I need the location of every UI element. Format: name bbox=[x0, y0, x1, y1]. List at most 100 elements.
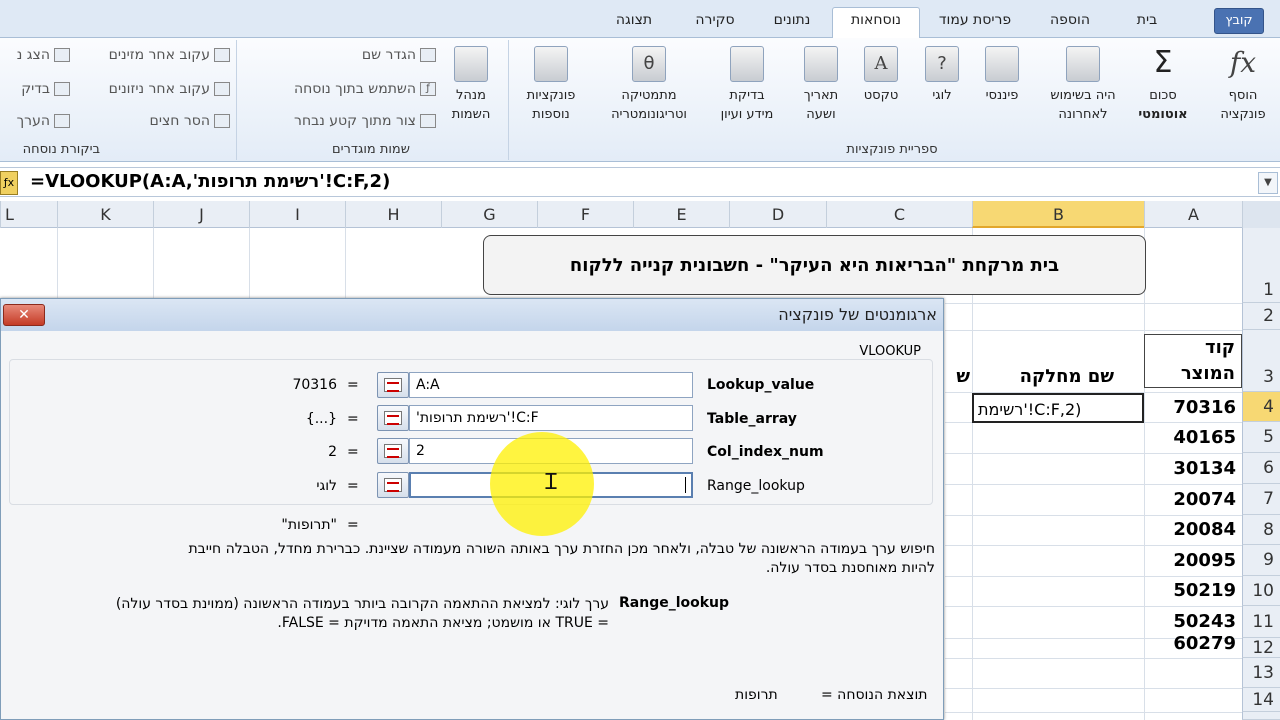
cell-a10[interactable]: 50219 bbox=[1144, 576, 1242, 606]
cell-a4[interactable]: 70316 bbox=[1144, 393, 1242, 423]
cell-a12[interactable]: 60279 bbox=[1144, 630, 1242, 658]
cell-a6[interactable]: 30134 bbox=[1144, 454, 1242, 484]
row-header-1[interactable]: 1 bbox=[1242, 228, 1280, 303]
tab-view[interactable]: תצוגה bbox=[594, 8, 674, 36]
row-header-10[interactable]: 10 bbox=[1242, 576, 1280, 606]
math-trig-button[interactable]: θ מתמטיקה וטריגונומטריה bbox=[596, 46, 702, 124]
close-icon[interactable]: ✕ bbox=[3, 304, 45, 326]
more-functions-label2: נוספות bbox=[532, 107, 570, 122]
gridline bbox=[249, 228, 250, 298]
cell-a8[interactable]: 20084 bbox=[1144, 515, 1242, 545]
name-manager-label2: השמות bbox=[451, 107, 491, 122]
cell-b4-editing[interactable]: רשימת'!C:F,2) bbox=[972, 393, 1144, 423]
header-department-name[interactable]: שם מחלקה bbox=[972, 362, 1144, 392]
range-select-icon bbox=[384, 478, 402, 492]
column-header-L[interactable]: L bbox=[0, 201, 57, 228]
row-header-13[interactable]: 13 bbox=[1242, 658, 1280, 688]
row-header-5[interactable]: 5 bbox=[1242, 422, 1280, 453]
row-header-8[interactable]: 8 bbox=[1242, 515, 1280, 545]
text-button[interactable]: A טקסט bbox=[852, 46, 910, 105]
column-header-D[interactable]: D bbox=[729, 201, 826, 228]
define-name-item[interactable]: הגדר שם bbox=[250, 44, 436, 66]
row-header-7[interactable]: 7 bbox=[1242, 484, 1280, 515]
column-header-K[interactable]: K bbox=[57, 201, 153, 228]
collapse-dialog-col-index-num[interactable] bbox=[377, 438, 409, 464]
header-col-c[interactable]: ש bbox=[945, 362, 972, 392]
trace-dependents-item[interactable]: עקוב אחר ניזונים bbox=[74, 78, 230, 100]
collapse-dialog-lookup-value[interactable] bbox=[377, 372, 409, 398]
column-header-J[interactable]: J bbox=[153, 201, 249, 228]
row-header-4[interactable]: 4 bbox=[1242, 392, 1280, 422]
row-header-2[interactable]: 2 bbox=[1242, 303, 1280, 330]
use-in-formula-icon: ƒ bbox=[420, 82, 436, 96]
table-array-input[interactable]: 'רשימת תרופות'!C:F bbox=[409, 405, 693, 431]
insert-function-icon[interactable]: ƒx bbox=[0, 171, 18, 195]
file-tab[interactable]: קובץ bbox=[1214, 8, 1264, 34]
use-in-formula-item[interactable]: השתמש בתוך נוסחה ƒ bbox=[240, 78, 436, 100]
column-header-E[interactable]: E bbox=[633, 201, 729, 228]
column-header-H[interactable]: H bbox=[345, 201, 441, 228]
tab-review[interactable]: סקירה bbox=[676, 8, 754, 36]
row-header-9[interactable]: 9 bbox=[1242, 545, 1280, 576]
formula-input[interactable]: =VLOOKUP(A:A,'רשימת תרופות'!C:F,2) bbox=[30, 171, 390, 192]
cell-a5[interactable]: 40165 bbox=[1144, 423, 1242, 453]
preview-result: "תרופות" bbox=[281, 517, 337, 533]
gridline bbox=[153, 228, 154, 298]
formula-result-value: תרופות bbox=[735, 687, 778, 703]
text-caret bbox=[685, 477, 686, 493]
tab-page-layout[interactable]: פריסת עמוד bbox=[922, 8, 1028, 36]
recently-used-label: היה בשימוש bbox=[1050, 88, 1116, 103]
book-icon bbox=[1066, 46, 1100, 82]
date-time-button[interactable]: תאריך ושעה bbox=[792, 46, 850, 124]
dialog-title-bar[interactable]: ארגומנטים של פונקציה bbox=[1, 299, 943, 331]
logical-button[interactable]: ? לוגי bbox=[918, 46, 966, 105]
create-from-selection-item[interactable]: צור מתוך קטע נבחר bbox=[240, 110, 436, 132]
range-select-icon bbox=[384, 444, 402, 458]
invoice-title-box[interactable]: בית מרקחת "הבריאות היא העיקר" - חשבונית … bbox=[483, 235, 1146, 295]
insert-function-button[interactable]: fx הוסף פונקציה bbox=[1210, 46, 1276, 124]
column-header-A[interactable]: A bbox=[1144, 201, 1242, 228]
arg-label-table-array: Table_array bbox=[707, 411, 797, 427]
tab-insert[interactable]: הוספה bbox=[1030, 8, 1110, 36]
tab-data[interactable]: נתונים bbox=[756, 8, 828, 36]
column-header-I[interactable]: I bbox=[249, 201, 345, 228]
expand-formula-bar-icon[interactable]: ▼ bbox=[1258, 172, 1278, 194]
evaluate-formula-item[interactable]: הערך bbox=[0, 110, 70, 132]
row-header-14[interactable]: 14 bbox=[1242, 688, 1280, 712]
column-header-F[interactable]: F bbox=[537, 201, 633, 228]
row-header-6[interactable]: 6 bbox=[1242, 453, 1280, 484]
collapse-dialog-table-array[interactable] bbox=[377, 405, 409, 431]
column-header-B[interactable]: B bbox=[972, 201, 1144, 228]
gridline bbox=[945, 688, 1242, 689]
lookup-reference-button[interactable]: בדיקת מידע ועיון bbox=[706, 46, 788, 124]
gridline bbox=[945, 658, 1242, 659]
row-header-12[interactable]: 12 bbox=[1242, 638, 1280, 658]
tab-home[interactable]: בית bbox=[1117, 8, 1177, 36]
tab-formulas[interactable]: נוסחאות bbox=[832, 7, 920, 39]
remove-arrows-item[interactable]: הסר חצים bbox=[74, 110, 230, 132]
name-manager-button[interactable]: מנהל השמות bbox=[440, 46, 502, 124]
row-header-3[interactable]: 3 bbox=[1242, 330, 1280, 392]
row-header-15[interactable] bbox=[1242, 712, 1280, 720]
arg-help-line2: = TRUE או מושמט; מציאת התאמה מדויקת = FA… bbox=[277, 615, 609, 631]
column-header-C[interactable]: C bbox=[826, 201, 972, 228]
column-header-G[interactable]: G bbox=[441, 201, 537, 228]
lookup-value-input[interactable]: A:A bbox=[409, 372, 693, 398]
more-functions-button[interactable]: פונקציות נוספות bbox=[512, 46, 590, 124]
financial-button[interactable]: פיננסי bbox=[974, 46, 1030, 105]
cell-a7[interactable]: 20074 bbox=[1144, 485, 1242, 515]
recently-used-button[interactable]: היה בשימוש לאחרונה bbox=[1040, 46, 1126, 124]
column-headers: A B C D E F G H I J K L bbox=[0, 201, 1280, 228]
header-product-code[interactable]: קוד המוצר bbox=[1144, 334, 1242, 388]
autosum-button[interactable]: Σ סכום אוטומטי bbox=[1128, 46, 1198, 124]
show-formulas-item[interactable]: הצג נ bbox=[0, 44, 70, 66]
cell-a9[interactable]: 20095 bbox=[1144, 546, 1242, 576]
show-formulas-icon bbox=[54, 48, 70, 62]
autosum-label2: אוטומטי bbox=[1138, 107, 1188, 122]
trace-precedents-item[interactable]: עקוב אחר מזינים bbox=[74, 44, 230, 66]
name-manager-label: מנהל bbox=[456, 88, 486, 103]
row-header-11[interactable]: 11 bbox=[1242, 606, 1280, 638]
collapse-dialog-range-lookup[interactable] bbox=[377, 472, 409, 498]
select-all-corner[interactable] bbox=[1242, 201, 1280, 228]
error-checking-item[interactable]: בדיק bbox=[0, 78, 70, 100]
